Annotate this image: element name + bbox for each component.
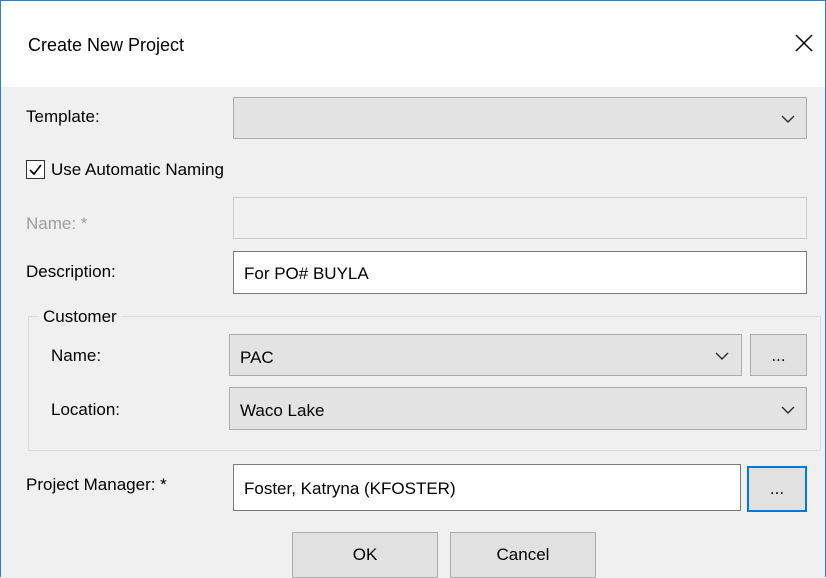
auto-naming-label[interactable]: Use Automatic Naming (51, 160, 224, 180)
customer-location-label: Location: (51, 400, 120, 419)
customer-group-title: Customer (39, 307, 121, 327)
chevron-down-icon (715, 352, 729, 361)
chevron-down-icon (781, 115, 795, 124)
dialog-title: Create New Project (28, 35, 185, 55)
cancel-button[interactable]: Cancel (450, 532, 596, 578)
customer-name-value: PAC (240, 348, 274, 367)
ok-button[interactable]: OK (292, 532, 438, 578)
create-project-dialog: Create New Project Template: Use Automat… (0, 0, 826, 578)
description-value: For PO# BUYLA (244, 264, 369, 283)
template-label: Template: (26, 107, 100, 126)
title-bar: Create New Project (1, 1, 825, 87)
project-manager-browse-button[interactable]: ... (747, 466, 807, 512)
customer-location-select[interactable]: Waco Lake (229, 387, 807, 430)
project-manager-label: Project Manager: * (26, 475, 167, 494)
customer-name-select[interactable]: PAC (229, 334, 742, 376)
customer-browse-button[interactable]: ... (750, 334, 807, 376)
project-manager-value: Foster, Katryna (KFOSTER) (244, 479, 456, 498)
template-select[interactable] (233, 97, 807, 139)
auto-naming-checkbox[interactable] (26, 160, 45, 179)
customer-location-value: Waco Lake (240, 401, 325, 420)
checkmark-icon (29, 164, 42, 176)
close-icon[interactable] (786, 25, 822, 61)
name-label: Name: * (26, 214, 88, 233)
customer-name-label: Name: (51, 346, 102, 365)
name-field (233, 197, 807, 239)
description-field[interactable]: For PO# BUYLA (233, 251, 807, 294)
project-manager-field[interactable]: Foster, Katryna (KFOSTER) (233, 464, 741, 511)
description-label: Description: (26, 262, 116, 281)
chevron-down-icon (781, 406, 795, 415)
